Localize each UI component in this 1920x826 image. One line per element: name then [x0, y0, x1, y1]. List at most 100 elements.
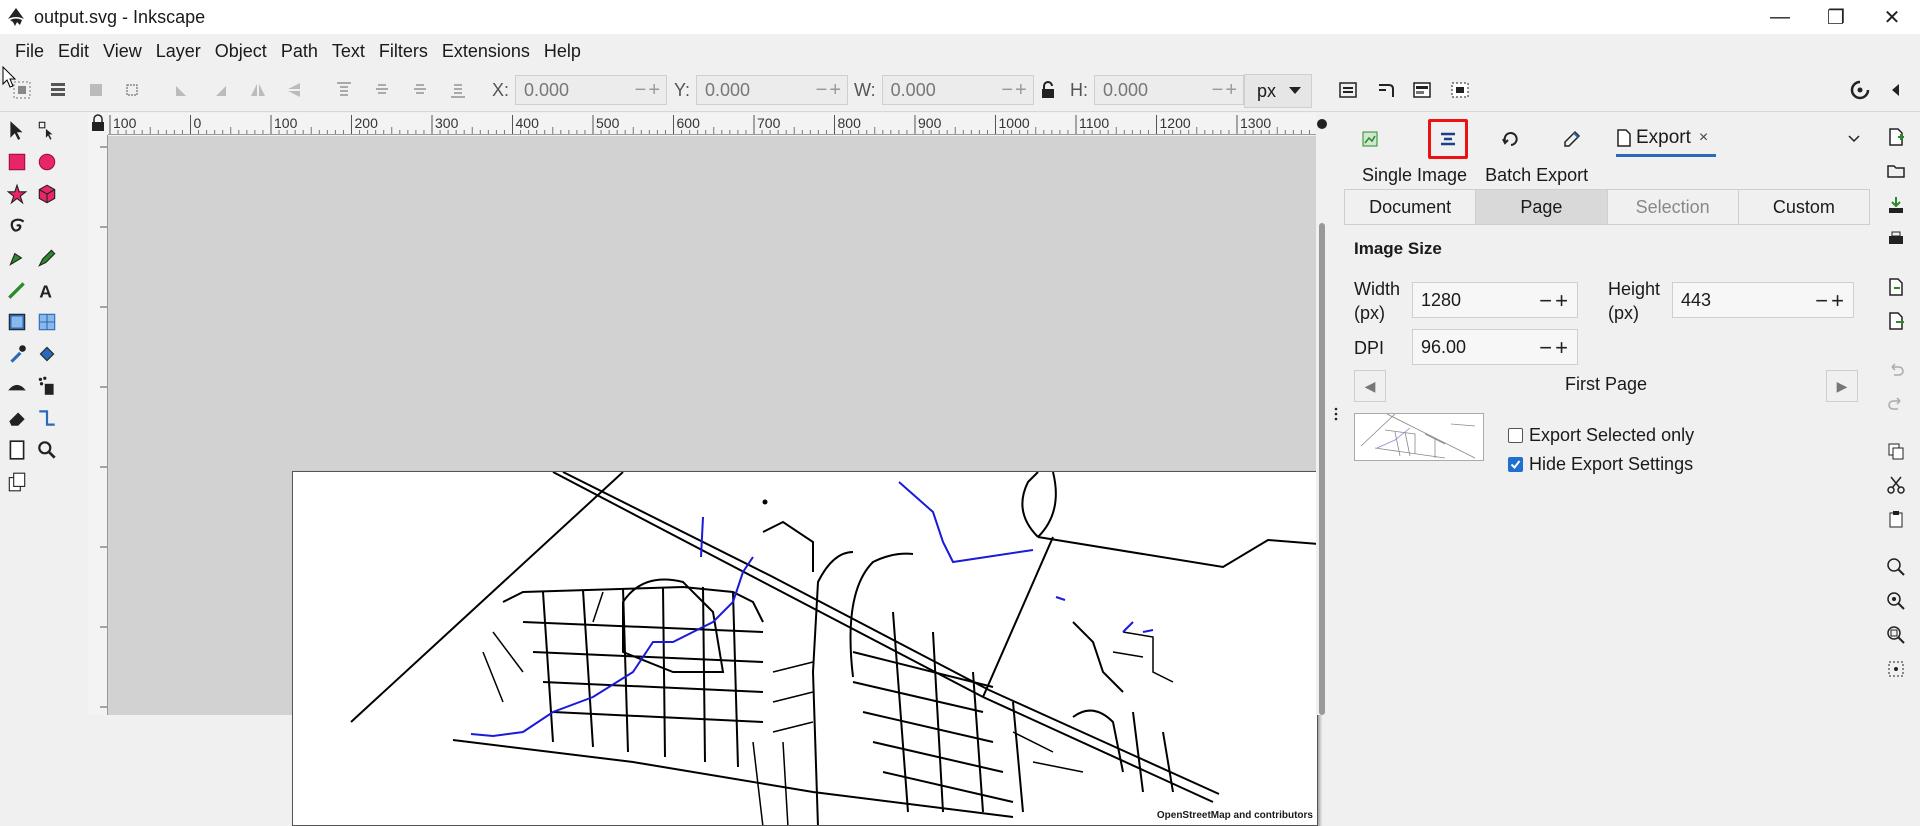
zoom-page-icon[interactable] [1886, 625, 1906, 645]
dpi-input[interactable]: 96.00 −+ [1412, 329, 1578, 365]
export-width-input[interactable]: 1280 −+ [1412, 282, 1578, 318]
menu-object[interactable]: Object [208, 41, 274, 62]
tab-document-properties[interactable] [1350, 119, 1390, 159]
eraser-tool-icon[interactable] [6, 407, 28, 429]
paint-bucket-tool-icon[interactable] [36, 343, 58, 365]
rotate-ccw-icon[interactable] [172, 80, 192, 100]
pen-tool-icon[interactable] [6, 247, 28, 269]
w-input[interactable]: 0.000 −+ [881, 75, 1034, 105]
cut-icon[interactable] [1886, 475, 1906, 495]
lower-to-bottom-icon[interactable] [448, 80, 468, 100]
paste-icon[interactable] [1886, 509, 1906, 529]
flip-vertical-icon[interactable] [284, 80, 304, 100]
zoom-drawing-icon[interactable] [1886, 591, 1906, 611]
new-document-icon[interactable] [1886, 127, 1906, 147]
transform-icon[interactable] [122, 80, 142, 100]
minimize-button[interactable]: — [1752, 0, 1808, 34]
export-selected-checkbox[interactable] [1508, 428, 1523, 443]
vertical-ruler[interactable] [88, 135, 108, 715]
horizontal-ruler[interactable]: 100 0 100 200 300 400 500 600 700 800 900 1000 1100 1… [108, 113, 1318, 135]
menu-layer[interactable]: Layer [149, 41, 208, 62]
select-all-layers-icon[interactable] [48, 80, 68, 100]
text-tool-icon[interactable]: A [36, 279, 58, 301]
close-tab-icon[interactable]: × [1699, 129, 1708, 147]
pages-tool-icon[interactable] [6, 439, 28, 461]
redo-icon[interactable] [1886, 393, 1906, 413]
w-stepper[interactable]: −+ [1001, 79, 1028, 102]
save-icon[interactable] [1886, 195, 1906, 215]
tab-align-distribute[interactable] [1428, 119, 1468, 159]
drawing-canvas[interactable]: OpenStreetMap and contributors [108, 136, 1318, 826]
undo-icon[interactable] [1886, 359, 1906, 379]
tab-transform[interactable] [1490, 119, 1530, 159]
zoom-tool-icon[interactable] [36, 439, 58, 461]
menu-path[interactable]: Path [274, 41, 325, 62]
area-custom-button[interactable]: Custom [1738, 190, 1869, 224]
dropper-tool-icon[interactable] [6, 343, 28, 365]
hide-export-settings-option[interactable]: Hide Export Settings [1508, 454, 1693, 475]
zoom-correction-icon[interactable] [1316, 117, 1328, 131]
area-selection-button[interactable]: Selection [1607, 190, 1739, 224]
collapse-snap-icon[interactable] [1886, 80, 1906, 100]
scale-corners-icon[interactable] [1376, 80, 1396, 100]
unit-select[interactable]: px [1244, 74, 1312, 108]
3d-box-tool-icon[interactable] [36, 183, 58, 205]
lock-guides-icon[interactable] [88, 113, 108, 135]
h-stepper[interactable]: −+ [1212, 79, 1239, 102]
menu-file[interactable]: File [8, 41, 51, 62]
h-input[interactable]: 0.000 −+ [1094, 75, 1244, 105]
vertical-scrollbar[interactable] [1316, 113, 1328, 715]
open-folder-icon[interactable] [1886, 161, 1906, 181]
zoom-center-icon[interactable] [1886, 659, 1906, 679]
lower-icon[interactable] [410, 80, 430, 100]
copy-icon[interactable] [1886, 441, 1906, 461]
export-icon[interactable] [1886, 311, 1906, 331]
next-page-button[interactable]: ▶ [1826, 370, 1858, 402]
tweak-tool-icon[interactable] [6, 375, 28, 397]
tab-export[interactable]: Export × [1616, 121, 1716, 157]
menu-text[interactable]: Text [325, 41, 372, 62]
width-stepper[interactable]: −+ [1539, 288, 1571, 314]
print-icon[interactable] [1886, 229, 1906, 249]
menu-filters[interactable]: Filters [372, 41, 435, 62]
hide-settings-checkbox[interactable] [1508, 457, 1523, 472]
pencil-tool-icon[interactable] [36, 247, 58, 269]
scrollbar-thumb[interactable] [1319, 223, 1325, 715]
lock-icon[interactable] [1038, 80, 1058, 100]
export-selected-option[interactable]: Export Selected only [1508, 425, 1694, 446]
x-input[interactable]: 0.000 −+ [515, 75, 668, 105]
rectangle-tool-icon[interactable] [6, 151, 28, 173]
panel-divider[interactable] [1328, 113, 1344, 715]
tab-fill-stroke[interactable] [1552, 119, 1592, 159]
snapping-icon[interactable] [1848, 78, 1872, 102]
star-tool-icon[interactable] [6, 183, 28, 205]
selector-tool-icon[interactable] [6, 119, 28, 141]
export-height-input[interactable]: 443 −+ [1672, 282, 1854, 318]
dpi-stepper[interactable]: −+ [1539, 335, 1571, 361]
y-input[interactable]: 0.000 −+ [696, 75, 849, 105]
flip-horizontal-icon[interactable] [248, 80, 268, 100]
chevron-down-icon[interactable] [1846, 131, 1862, 147]
move-gradients-icon[interactable] [1412, 80, 1432, 100]
height-stepper[interactable]: −+ [1815, 288, 1847, 314]
zoom-selection-icon[interactable] [1886, 557, 1906, 577]
ellipse-tool-icon[interactable] [36, 151, 58, 173]
raise-to-top-icon[interactable] [334, 80, 354, 100]
rotate-cw-icon[interactable] [210, 80, 230, 100]
menu-extensions[interactable]: Extensions [435, 41, 537, 62]
connector-tool-icon[interactable] [36, 407, 58, 429]
x-stepper[interactable]: −+ [635, 79, 662, 102]
area-page-button[interactable]: Page [1476, 190, 1608, 224]
import-icon[interactable] [1886, 277, 1906, 297]
menu-view[interactable]: View [96, 41, 149, 62]
area-document-button[interactable]: Document [1345, 190, 1477, 224]
scale-stroke-icon[interactable] [1338, 80, 1358, 100]
node-tool-icon[interactable] [36, 119, 58, 141]
spiral-tool-icon[interactable] [6, 215, 28, 237]
measure-tool-icon[interactable] [6, 471, 28, 493]
menu-help[interactable]: Help [537, 41, 588, 62]
menu-edit[interactable]: Edit [51, 41, 96, 62]
mesh-tool-icon[interactable] [36, 311, 58, 333]
raise-icon[interactable] [372, 80, 392, 100]
deselect-icon[interactable] [86, 80, 106, 100]
